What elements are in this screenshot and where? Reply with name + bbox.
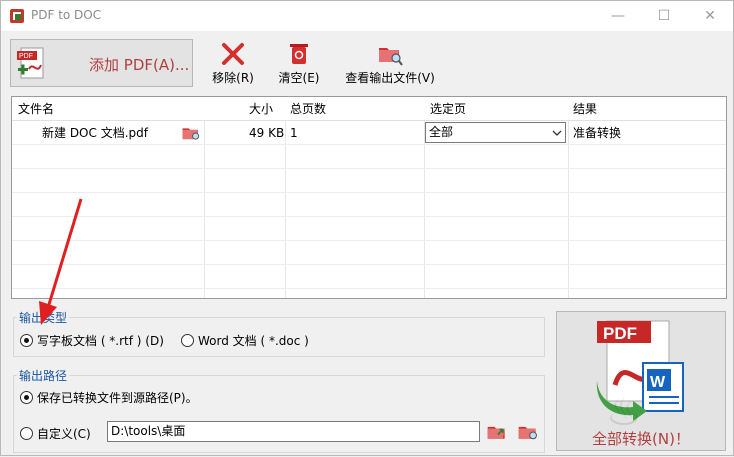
open-folder-search-icon[interactable]	[515, 421, 541, 443]
header-size[interactable]: 大小	[249, 97, 273, 121]
add-pdf-button[interactable]: PDF 添加 PDF(A)...	[10, 39, 193, 87]
clear-button[interactable]: 清空(E)	[276, 41, 322, 86]
clear-label: 清空(E)	[278, 71, 320, 85]
folder-search-icon[interactable]	[180, 123, 202, 143]
header-filename[interactable]: 文件名	[18, 97, 54, 121]
chevron-down-icon	[552, 130, 562, 136]
table-row-empty	[12, 265, 726, 289]
add-pdf-label: 添加 PDF(A)...	[89, 56, 190, 74]
custom-path-radio[interactable]: 自定义(C)	[20, 425, 91, 442]
table-row-empty	[12, 241, 726, 265]
file-pages: 1	[290, 126, 298, 140]
svg-text:PDF: PDF	[603, 324, 637, 343]
maximize-button[interactable]: ☐	[641, 1, 687, 31]
table-row-empty	[12, 193, 726, 217]
view-output-label: 查看输出文件(V)	[345, 71, 435, 85]
output-path-label: 输出路径	[17, 367, 70, 384]
folder-search-icon	[379, 48, 403, 66]
view-output-button[interactable]: 查看输出文件(V)	[341, 41, 439, 86]
header-selected-pages[interactable]: 选定页	[430, 97, 466, 121]
browse-folder-icon[interactable]	[485, 421, 509, 443]
app-icon	[10, 9, 24, 23]
source-path-label: 保存已转换文件到源路径(P)。	[37, 391, 198, 405]
svg-text:PDF: PDF	[19, 53, 33, 60]
file-result: 准备转换	[573, 126, 622, 140]
table-row-empty	[12, 217, 726, 241]
file-name: 新建 DOC 文档.pdf	[42, 126, 148, 140]
table-row-empty	[12, 169, 726, 193]
radio-dot	[20, 334, 33, 347]
app-window: PDF to DOC — ☐ ✕ PDF 添加 PDF(A)... 移除(R) …	[0, 0, 734, 456]
window-title: PDF to DOC	[31, 8, 102, 22]
remove-x-icon	[222, 43, 244, 65]
doc-radio[interactable]: Word 文档 ( *.doc )	[181, 332, 309, 349]
header-pages[interactable]: 总页数	[290, 97, 326, 121]
minimize-button[interactable]: —	[595, 1, 641, 31]
file-size: 49 KB	[249, 126, 285, 140]
radio-dot	[20, 391, 33, 404]
table-header: 文件名 大小 总页数 选定页 结果	[12, 97, 726, 121]
header-result[interactable]: 结果	[573, 97, 597, 121]
custom-path-input[interactable]: D:\tools\桌面	[107, 421, 480, 442]
trash-icon	[290, 44, 308, 64]
doc-radio-label: Word 文档 ( *.doc )	[198, 334, 309, 348]
radio-dot	[181, 334, 194, 347]
rtf-radio[interactable]: 写字板文档 ( *.rtf ) (D)	[20, 332, 164, 349]
svg-text:W: W	[650, 374, 666, 391]
watermark-logo: ♨	[606, 389, 642, 435]
table-row-empty	[12, 145, 726, 169]
table-row[interactable]: 新建 DOC 文档.pdf 49 KB 1 全部 准备转换	[12, 121, 726, 145]
output-type-label: 输出类型	[17, 309, 70, 326]
remove-label: 移除(R)	[212, 71, 254, 85]
radio-dot	[20, 427, 33, 440]
add-pdf-icon: PDF	[17, 47, 44, 79]
page-select-dropdown[interactable]: 全部	[425, 122, 566, 143]
custom-path-label: 自定义(C)	[37, 427, 91, 441]
source-path-radio[interactable]: 保存已转换文件到源路径(P)。	[20, 389, 198, 406]
close-button[interactable]: ✕	[687, 1, 733, 31]
rtf-radio-label: 写字板文档 ( *.rtf ) (D)	[37, 334, 164, 348]
title-bar: PDF to DOC — ☐ ✕	[1, 1, 733, 31]
page-select-value: 全部	[429, 125, 454, 139]
file-table: 文件名 大小 总页数 选定页 结果 新建 DOC 文档.pdf 49 KB 1 …	[11, 96, 727, 299]
remove-button[interactable]: 移除(R)	[209, 41, 257, 86]
